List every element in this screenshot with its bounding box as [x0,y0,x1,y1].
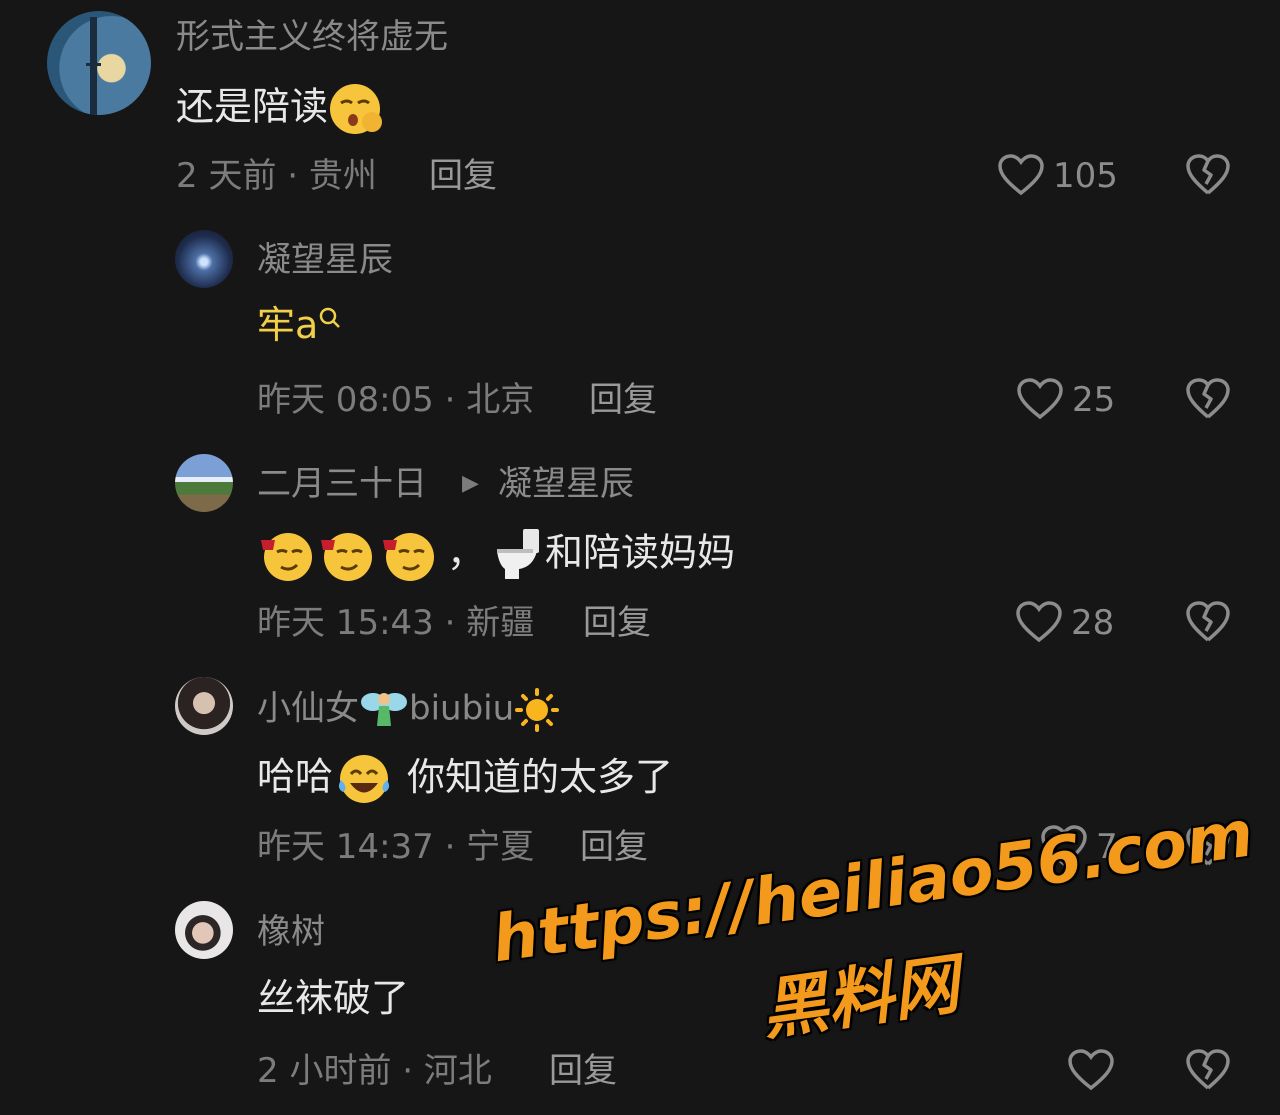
comment-text-content: 和陪读妈妈 [545,530,736,575]
heart-icon[interactable] [1016,377,1064,421]
sun-emoji-icon [515,688,560,732]
comment-text-prefix: ， [447,530,486,575]
comment-meta: 昨天 15:43 · 新疆 [257,603,535,643]
comment-text: 丝袜破了 [257,976,410,1020]
like-count: 28 [1071,603,1115,643]
dislike-broken-heart-icon[interactable] [1185,600,1231,644]
tears-of-joy-emoji-icon [338,755,390,803]
comment-text-content: 牢a [257,303,319,347]
heart-icon[interactable] [1015,600,1063,644]
comment-username[interactable]: 形式主义终将虚无 [176,17,448,57]
watermark-url: https://heiliao56.com [487,797,1258,978]
comment-text: 牢a [257,302,342,348]
heart-icon[interactable] [997,153,1045,197]
like-count: 105 [1053,156,1118,196]
reply-to-username[interactable]: 凝望星辰 [498,464,634,504]
comment-meta: 昨天 08:05 · 北京 [257,380,535,420]
smirk-wine-face-emoji-icon [383,533,434,581]
smirk-wine-face-emoji-icon [261,533,312,581]
dislike-broken-heart-icon[interactable] [1185,377,1231,421]
username-part: 小仙女 [257,688,359,729]
avatar[interactable] [175,901,233,959]
comment-text: 还是陪读 [176,80,386,138]
avatar[interactable] [47,11,151,115]
comment-text-content: 你知道的太多了 [407,754,674,799]
avatar[interactable] [175,454,233,512]
comment-username[interactable]: 小仙女 biubiu [257,688,560,732]
reply-button[interactable]: 回复 [583,603,651,643]
comment-meta: 2 天前 · 贵州 [176,156,377,196]
comment-text-content: 哈哈 [257,754,334,799]
like-count: 25 [1072,380,1116,420]
smirk-wine-face-emoji-icon [321,533,372,581]
comment-list: 形式主义终将虚无 还是陪读 2 天前 · 贵州 回复 105 凝望星辰 牢a 昨… [0,0,1280,1115]
comment-meta: 2 小时前 · 河北 [257,1051,492,1091]
shushing-face-emoji-icon [330,84,383,134]
username-part: biubiu [409,688,515,729]
comment-text: 哈哈 你知道的太多了 [257,750,673,808]
reply-button[interactable]: 回复 [549,1051,617,1091]
dislike-broken-heart-icon[interactable] [1185,153,1231,197]
comment-text: ， 和陪读妈妈 [257,526,735,584]
reply-arrow-icon: ▶ [462,471,479,496]
comment-text-content: 还是陪读 [176,84,329,129]
comment-username[interactable]: 橡树 [257,912,325,952]
reply-button[interactable]: 回复 [580,827,648,867]
avatar[interactable] [175,677,233,735]
search-icon[interactable] [318,306,342,330]
reply-button[interactable]: 回复 [589,380,657,420]
heart-icon[interactable] [1067,1048,1115,1092]
dislike-broken-heart-icon[interactable] [1185,1048,1231,1092]
comment-meta: 昨天 14:37 · 宁夏 [257,827,535,867]
fairy-emoji-icon [361,693,407,726]
comment-username[interactable]: 凝望星辰 [257,240,393,280]
toilet-emoji-icon [497,529,540,579]
watermark-title: 黑料网 [756,945,964,1050]
comment-username[interactable]: 二月三十日 [257,464,427,504]
reply-button[interactable]: 回复 [429,156,497,196]
avatar[interactable] [175,230,233,288]
